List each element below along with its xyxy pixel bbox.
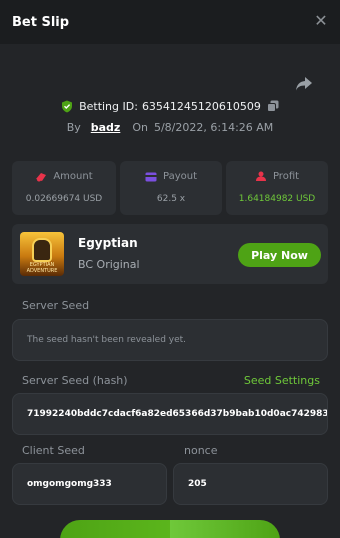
- user-link[interactable]: badz: [91, 121, 121, 134]
- game-provider: BC Original: [78, 258, 140, 271]
- dialog-title: Bet Slip: [12, 14, 70, 30]
- server-seed-hash-field[interactable]: 71992240bddc7cdacf6a82ed65366d37b9bab10d…: [12, 393, 328, 435]
- payout-card: Payout 62.5 x: [120, 161, 222, 215]
- game-card: EGYPTIAN ADVENTURE Egyptian BC Original …: [12, 224, 328, 284]
- bet-meta-row: By badz On 5/8/2022, 6:14:26 AM: [0, 118, 340, 136]
- pharaoh-icon: [32, 238, 52, 262]
- bet-datetime: 5/8/2022, 6:14:26 AM: [153, 120, 274, 134]
- verify-button[interactable]: [60, 520, 280, 538]
- game-thumbnail-text: EGYPTIAN ADVENTURE: [26, 262, 58, 274]
- close-icon[interactable]: ✕: [312, 12, 330, 30]
- profit-value: 1.64184982 USD: [238, 194, 316, 204]
- client-seed-field[interactable]: omgomgomg333: [12, 463, 167, 505]
- game-name: Egyptian: [78, 236, 138, 250]
- betting-id-value: 63541245120610509: [141, 99, 261, 113]
- payout-value: 62.5 x: [156, 194, 186, 204]
- amount-card: Amount 0.02669674 USD: [12, 161, 116, 215]
- coin-icon: [36, 173, 47, 182]
- server-seed-hash-label: Server Seed (hash): [22, 374, 128, 387]
- header-bar: Bet Slip ✕: [0, 0, 340, 44]
- profit-icon: [255, 171, 266, 181]
- seed-settings-link[interactable]: Seed Settings: [244, 374, 320, 387]
- copy-icon[interactable]: [266, 100, 279, 112]
- by-label: By: [66, 120, 81, 134]
- wallet-icon: [145, 172, 157, 181]
- betting-id-label: Betting ID:: [79, 99, 138, 113]
- nonce-field[interactable]: 205: [173, 463, 328, 505]
- play-now-button[interactable]: Play Now: [238, 243, 321, 267]
- payout-label: Payout: [162, 171, 197, 182]
- amount-value: 0.02669674 USD: [25, 194, 103, 204]
- profit-card: Profit 1.64184982 USD: [226, 161, 328, 215]
- nonce-label: nonce: [184, 444, 218, 457]
- betting-id-row: Betting ID: 63541245120610509: [0, 96, 340, 116]
- game-thumbnail[interactable]: EGYPTIAN ADVENTURE: [20, 232, 64, 276]
- amount-label: Amount: [53, 171, 93, 182]
- server-seed-field[interactable]: The seed hasn't been revealed yet.: [12, 319, 328, 361]
- on-label: On: [132, 120, 148, 134]
- share-icon[interactable]: [294, 75, 314, 93]
- verified-shield-icon: [62, 100, 73, 112]
- profit-label: Profit: [272, 171, 300, 182]
- server-seed-label: Server Seed: [22, 299, 90, 312]
- client-seed-label: Client Seed: [22, 444, 85, 457]
